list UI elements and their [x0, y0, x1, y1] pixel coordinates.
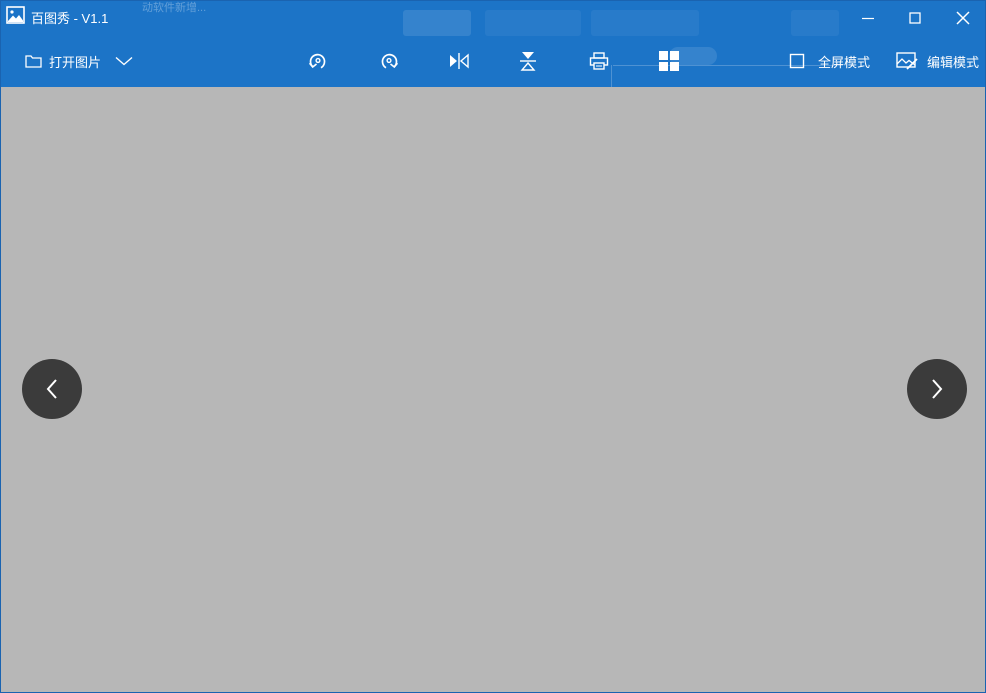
open-image-button[interactable]: 打开图片 [25, 41, 101, 81]
image-icon [6, 6, 25, 24]
chevron-down-icon [115, 56, 133, 66]
close-button[interactable] [948, 5, 978, 31]
toolbar: 打开图片 全屏模式 编辑模式 [1, 41, 985, 81]
fullscreen-mode-button[interactable]: 全屏模式 [789, 41, 870, 81]
edit-mode-button[interactable]: 编辑模式 [896, 41, 979, 81]
app-title: 百图秀 - V1.1 [31, 11, 109, 26]
flip-horizontal-button[interactable] [448, 41, 470, 81]
minimize-button[interactable] [853, 5, 883, 31]
checkbox-icon [789, 53, 805, 69]
close-icon [956, 11, 970, 25]
open-recent-dropdown[interactable] [114, 41, 134, 81]
flip-vertical-button[interactable] [519, 41, 537, 81]
rotate-right-icon [381, 53, 399, 69]
maximize-icon [909, 12, 921, 24]
title-bar[interactable]: 百图秀 - V1.1 动软件新增... [1, 1, 985, 35]
rotate-left-icon [308, 53, 326, 69]
edit-mode-label: 编辑模式 [927, 54, 980, 70]
print-button[interactable] [589, 41, 609, 81]
fullscreen-mode-label: 全屏模式 [818, 54, 871, 70]
printer-icon [589, 52, 609, 70]
background-window-text: 动软件新增... [142, 2, 207, 14]
app-window: 百图秀 - V1.1 动软件新增... 打开图片 全屏模式 编辑模式 [0, 0, 986, 693]
minimize-icon [862, 17, 874, 20]
grid-icon [659, 51, 679, 71]
header-bar: 百图秀 - V1.1 动软件新增... 打开图片 全屏模式 编辑模式 [1, 1, 985, 87]
image-viewer-area[interactable] [1, 87, 985, 692]
previous-image-button[interactable] [22, 359, 82, 419]
flip-horizontal-icon [450, 53, 469, 69]
edit-image-icon [896, 52, 918, 70]
thumbnail-grid-button[interactable] [658, 41, 680, 81]
chevron-right-icon [932, 379, 943, 399]
folder-icon [25, 55, 42, 68]
maximize-button[interactable] [900, 5, 930, 31]
next-image-button[interactable] [907, 359, 967, 419]
chevron-left-icon [46, 379, 57, 399]
flip-vertical-icon [520, 52, 536, 71]
rotate-left-button[interactable] [307, 41, 329, 81]
rotate-right-button[interactable] [378, 41, 400, 81]
open-image-label: 打开图片 [49, 54, 102, 70]
